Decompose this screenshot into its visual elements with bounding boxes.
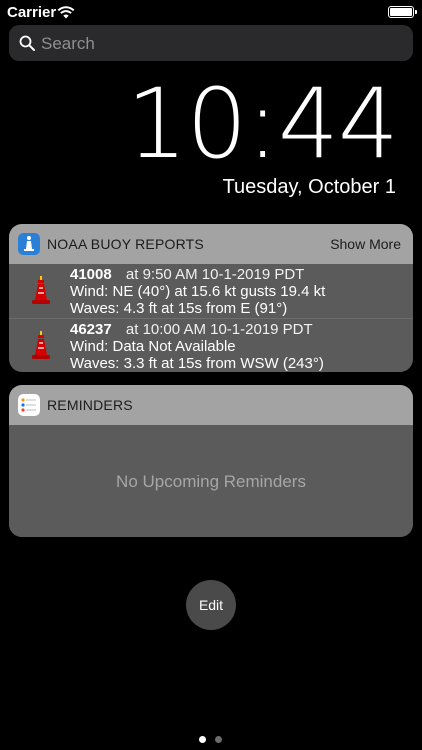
wifi-icon	[57, 6, 75, 19]
station-id: 46237	[70, 321, 112, 338]
search-bar[interactable]	[9, 25, 413, 63]
wave-reading: Waves: 3.3 ft at 15s from WSW (243°)	[70, 355, 324, 372]
noaa-widget-title: NOAA BUOY REPORTS	[47, 236, 204, 252]
wind-reading: Wind: Data Not Available	[70, 338, 236, 355]
buoy-report-row[interactable]: 41008 at 9:50 AM 10-1-2019 PDT Wind: NE …	[9, 264, 413, 319]
edit-button[interactable]: Edit	[186, 580, 236, 630]
page-dot-active[interactable]	[199, 736, 206, 743]
buoy-icon	[32, 331, 50, 359]
reminders-widget[interactable]: REMINDERS No Upcoming Reminders	[9, 385, 413, 537]
buoy-report-text: 46237 at 10:00 AM 10-1-2019 PDT Wind: Da…	[70, 321, 324, 372]
observation-time: at 9:50 AM 10-1-2019 PDT	[125, 266, 305, 283]
reminders-app-icon	[18, 394, 40, 416]
wind-reading: Wind: NE (40°) at 15.6 kt gusts 19.4 kt	[70, 283, 326, 300]
search-input[interactable]	[39, 25, 403, 63]
lockscreen-date: Tuesday, October 1	[222, 176, 396, 198]
noaa-buoy-widget[interactable]: NOAA BUOY REPORTS Show More 41008 at 9:5…	[9, 224, 413, 372]
status-bar: Carrier	[0, 0, 422, 24]
reminders-body: No Upcoming Reminders	[9, 425, 413, 537]
lockscreen-time: 10:44	[126, 68, 399, 180]
search-icon	[19, 35, 35, 51]
buoy-report-row[interactable]: 46237 at 10:00 AM 10-1-2019 PDT Wind: Da…	[9, 319, 413, 372]
observation-time: at 10:00 AM 10-1-2019 PDT	[125, 321, 313, 338]
empty-reminders-message: No Upcoming Reminders	[116, 472, 306, 491]
page-dot-inactive[interactable]	[215, 736, 222, 743]
wave-reading: Waves: 4.3 ft at 15s from E (91°)	[70, 300, 288, 317]
battery-icon	[388, 6, 417, 18]
reminders-widget-title: REMINDERS	[47, 397, 133, 413]
buoy-icon	[32, 276, 50, 304]
show-more-button[interactable]: Show More	[330, 236, 401, 252]
buoy-report-text: 41008 at 9:50 AM 10-1-2019 PDT Wind: NE …	[70, 266, 325, 317]
station-id: 41008	[70, 266, 112, 283]
reminders-widget-header: REMINDERS	[9, 385, 413, 425]
carrier-label: Carrier	[7, 4, 57, 21]
noaa-app-icon	[18, 233, 40, 255]
noaa-widget-header: NOAA BUOY REPORTS Show More	[9, 224, 413, 264]
page-indicator[interactable]	[199, 736, 229, 744]
